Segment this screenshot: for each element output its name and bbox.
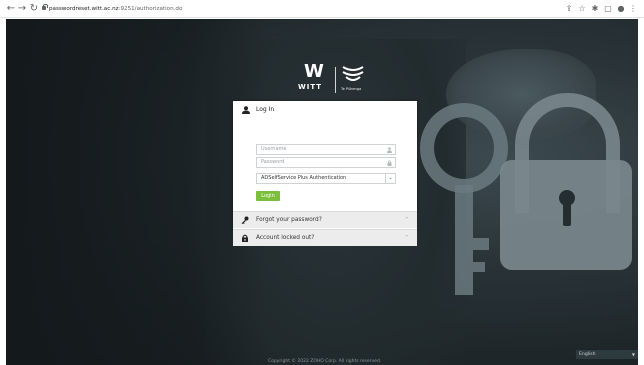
logo-brand-text: WITT [298, 83, 323, 91]
forgot-password-row[interactable]: Forgot your password? ^ [233, 211, 417, 228]
witt-mark-icon: W [304, 61, 324, 82]
reload-icon[interactable]: ↻ [28, 3, 40, 15]
chevron-down-icon: ▼ [631, 352, 635, 357]
key-tooth-art [473, 238, 489, 250]
menu-kebab-icon[interactable]: ⋮ [628, 3, 638, 15]
login-title: Log In [256, 106, 275, 113]
chevron-up-icon: ^ [404, 217, 409, 223]
username-placeholder: Username [261, 146, 287, 152]
key-icon [241, 216, 249, 224]
background-shade [6, 19, 266, 365]
share-icon[interactable]: ⇪ [564, 3, 574, 15]
url-path: :9251/authorization.do [118, 6, 183, 12]
chevron-up-icon: ^ [404, 235, 409, 241]
forgot-password-label: Forgot your password? [256, 217, 322, 223]
domain-select[interactable]: ADSelfService Plus Authentication ⌄ [256, 173, 396, 184]
key-shaft-art [455, 185, 473, 295]
chevron-down-icon[interactable]: ⌄ [385, 174, 395, 183]
browser-toolbar: ← → ↻ passwordreset.witt.ac.nz:9251/auth… [0, 0, 644, 18]
language-value: English [579, 352, 596, 357]
padlock-icon [387, 160, 392, 166]
person-icon [387, 147, 392, 153]
keyhole-slot-art [563, 200, 571, 226]
logo-divider [335, 67, 336, 93]
url-host: passwordreset.witt.ac.nz [49, 6, 119, 12]
language-select[interactable]: English ▼ [576, 350, 638, 359]
witt-logo: W WITT Te Pūkenga [298, 63, 370, 103]
login-header[interactable]: Log In [233, 101, 417, 119]
address-bar[interactable]: passwordreset.witt.ac.nz:9251/authorizat… [49, 3, 182, 15]
sidebar-icon[interactable]: ▢ [603, 3, 613, 15]
password-field[interactable]: Password [256, 157, 396, 168]
logo-maori-text: Te Pūkenga [341, 87, 362, 91]
extensions-icon[interactable]: ✱ [590, 3, 600, 15]
account-locked-label: Account locked out? [256, 235, 315, 241]
password-placeholder: Password [261, 159, 285, 165]
key-tooth-art [473, 262, 485, 272]
key-art [420, 103, 508, 193]
te-pukenga-waves-icon [342, 66, 364, 81]
profile-icon[interactable]: ● [616, 3, 626, 15]
forward-arrow-icon[interactable]: → [16, 3, 28, 15]
account-locked-row[interactable]: Account locked out? ^ [233, 229, 417, 246]
username-field[interactable]: Username [256, 144, 396, 155]
user-icon [242, 106, 250, 114]
bookmark-star-icon[interactable]: ☆ [577, 3, 587, 15]
login-button[interactable]: Login [256, 191, 280, 201]
secure-lock-icon[interactable] [42, 3, 48, 10]
copyright-text: Copyright © 2022 ZOHO Corp. All rights r… [268, 359, 382, 364]
lock-icon [242, 234, 248, 242]
domain-selected-value: ADSelfService Plus Authentication [261, 175, 347, 181]
